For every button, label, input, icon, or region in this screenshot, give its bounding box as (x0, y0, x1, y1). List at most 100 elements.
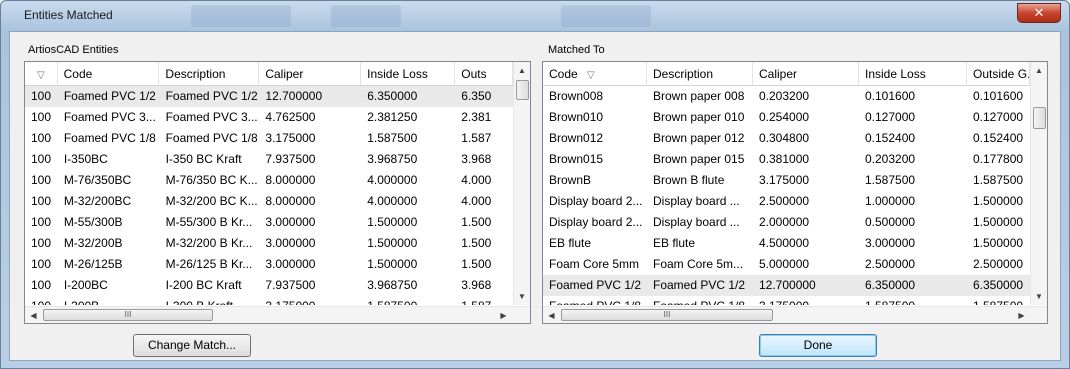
cell-caliper: 5.000000 (759, 257, 810, 271)
cell-description: Brown B flute (653, 173, 725, 187)
cell-outside: 1.587 (455, 296, 513, 305)
table-row[interactable]: BrownB Brown B flute 3.175000 1.587500 1.587… (543, 170, 1030, 191)
scroll-thumb[interactable]: III (561, 309, 773, 321)
table-row[interactable]: 100 I-350BC I-350 BC Kraft 7.937500 3.968750… (25, 149, 513, 170)
cell-code: Foamed PVC 1/2 (549, 278, 642, 292)
cell-caliper: 2.500000 (759, 194, 810, 208)
artioscad-entities-label: ArtiosCAD Entities (28, 44, 119, 56)
cell-inside-loss: 1.500000 (367, 215, 418, 229)
cell-inside-loss: 1.587500 (361, 296, 455, 305)
cell-code: Brown008 (549, 89, 604, 103)
matched-to-label: Matched To (548, 44, 605, 56)
entities-vertical-scrollbar[interactable]: ▲ ▼ (513, 62, 530, 305)
scroll-right-icon[interactable]: ▶ (1013, 307, 1030, 324)
cell-outside: 0.101600 (973, 89, 1024, 103)
table-row[interactable]: 100 M-55/300B M-55/300 B Kr... 3.000000 1.50… (25, 212, 513, 233)
column-header-sort[interactable]: ▽ (25, 62, 58, 85)
cell-outside: 6.350 (461, 89, 492, 103)
table-row[interactable]: Display board 2... Display board ... 2.500… (543, 191, 1030, 212)
cell-description: Brown paper 008 (653, 89, 745, 103)
cell-description: Foam Core 5m... (653, 257, 744, 271)
title-bar[interactable]: Entities Matched ✕ (1, 1, 1069, 31)
column-header-code[interactable]: Code (58, 62, 160, 85)
cell-description: M-32/200 BC K... (165, 194, 258, 208)
artioscad-entities-list[interactable]: ▽ Code Description Caliper Inside Loss O… (24, 61, 531, 324)
scroll-left-icon[interactable]: ◀ (25, 307, 42, 324)
table-row[interactable]: 100 Foamed PVC 3... Foamed PVC 3... 4.76250… (25, 107, 513, 128)
table-row[interactable]: 100 M-76/350BC M-76/350 BC K... 8.000000 4.0… (25, 170, 513, 191)
cell-code: M-76/350BC (63, 173, 132, 187)
scroll-down-icon[interactable]: ▼ (1031, 288, 1047, 305)
column-header-description[interactable]: Description (647, 62, 753, 85)
scroll-down-icon[interactable]: ▼ (514, 288, 530, 305)
cell-outside: 2.500000 (973, 257, 1024, 271)
cell-code: Foamed PVC 3... (63, 110, 156, 124)
table-row[interactable]: Brown010 Brown paper 010 0.254000 0.127000 0… (543, 107, 1030, 128)
cell-caliper: 8.000000 (265, 194, 316, 208)
done-button[interactable]: Done (759, 334, 877, 357)
matched-grid: Code ▽ Description Caliper Inside Loss O… (543, 62, 1030, 305)
table-row[interactable]: Brown008 Brown paper 008 0.203200 0.101600 0… (543, 86, 1030, 107)
cell-inside-loss: 2.381250 (367, 110, 418, 124)
background-blur (191, 5, 291, 27)
cell-priority: 100 (31, 257, 52, 271)
cell-caliper: 3.175000 (259, 296, 361, 305)
cell-outside: 0.152400 (973, 131, 1024, 145)
table-row[interactable]: 100 Foamed PVC 1/2 Foamed PVC 1/2 12.700000… (25, 86, 513, 107)
column-header-caliper[interactable]: Caliper (259, 62, 362, 85)
cell-inside-loss: 4.000000 (367, 173, 418, 187)
cell-description: Brown paper 015 (653, 152, 745, 166)
cell-caliper: 7.937500 (265, 152, 316, 166)
cell-priority: 100 (31, 152, 52, 166)
table-row[interactable]: 100I-300BI-300 B Kraft3.1750001.5875001.… (25, 296, 513, 305)
column-header-description[interactable]: Description (159, 62, 260, 85)
matched-to-list[interactable]: Code ▽ Description Caliper Inside Loss O… (542, 61, 1048, 324)
table-row[interactable]: 100 I-200BC I-200 BC Kraft 7.937500 3.968750… (25, 275, 513, 296)
column-header-outside[interactable]: Outs (455, 62, 513, 85)
table-row[interactable]: 100 M-32/200B M-32/200 B Kr... 3.000000 1.50… (25, 233, 513, 254)
scroll-left-icon[interactable]: ◀ (543, 307, 560, 324)
cell-code: Brown012 (549, 131, 604, 145)
change-match-button[interactable]: Change Match... (133, 334, 251, 357)
table-row[interactable]: Foamed PVC 1/8Foamed PVC 1/83.1750001.58… (543, 296, 1030, 305)
cell-inside-loss: 6.350000 (865, 278, 916, 292)
table-row[interactable]: Display board 2... Display board ... 2.000… (543, 212, 1030, 233)
cell-code: I-350BC (63, 152, 108, 166)
table-row[interactable]: 100 M-26/125B M-26/125 B Kr... 3.000000 1.50… (25, 254, 513, 275)
scroll-thumb[interactable]: III (43, 309, 213, 321)
cell-priority: 100 (31, 236, 52, 250)
table-row[interactable]: 100 M-32/200BC M-32/200 BC K... 8.000000 4.0… (25, 191, 513, 212)
cell-description: Foamed PVC 1/2 (165, 89, 258, 103)
table-row[interactable]: Foam Core 5mm Foam Core 5m... 5.000000 2.50… (543, 254, 1030, 275)
cell-code: Foam Core 5mm (549, 257, 640, 271)
matched-vertical-scrollbar[interactable]: ▲ ▼ (1030, 62, 1047, 305)
table-row[interactable]: Brown015 Brown paper 015 0.381000 0.203200 0… (543, 149, 1030, 170)
table-row[interactable]: Brown012 Brown paper 012 0.304800 0.152400 0… (543, 128, 1030, 149)
column-header-inside-loss[interactable]: Inside Loss (361, 62, 456, 85)
entities-grid: ▽ Code Description Caliper Inside Loss O… (25, 62, 513, 305)
cell-outside: 1.587500 (973, 173, 1024, 187)
scroll-thumb[interactable] (516, 80, 529, 100)
cell-priority: 100 (31, 278, 52, 292)
close-button[interactable]: ✕ (1017, 3, 1061, 23)
cell-code: Foamed PVC 1/2 (63, 89, 156, 103)
scroll-thumb[interactable] (1033, 107, 1046, 129)
table-row[interactable]: EB flute EB flute 4.500000 3.000000 1.500000 (543, 233, 1030, 254)
column-header-caliper[interactable]: Caliper (753, 62, 859, 85)
cell-inside-loss: 3.968750 (367, 152, 418, 166)
sort-icon: ▽ (36, 70, 45, 81)
scroll-right-icon[interactable]: ▶ (495, 307, 512, 324)
cell-code: I-200BC (63, 278, 108, 292)
matched-horizontal-scrollbar[interactable]: ◀ III ▶ (543, 306, 1047, 323)
column-header-outside[interactable]: Outside G. (967, 62, 1030, 85)
cell-caliper: 0.254000 (759, 110, 810, 124)
scroll-up-icon[interactable]: ▲ (1031, 62, 1047, 79)
column-header-code[interactable]: Code ▽ (543, 62, 647, 85)
cell-description: Brown paper 010 (653, 110, 745, 124)
cell-code: BrownB (549, 173, 592, 187)
entities-horizontal-scrollbar[interactable]: ◀ III ▶ (25, 306, 530, 323)
table-row[interactable]: Foamed PVC 1/2 Foamed PVC 1/2 12.700000 6.3… (543, 275, 1030, 296)
column-header-inside-loss[interactable]: Inside Loss (859, 62, 967, 85)
scroll-up-icon[interactable]: ▲ (514, 62, 530, 79)
table-row[interactable]: 100 Foamed PVC 1/8 Foamed PVC 1/8 3.175000 1… (25, 128, 513, 149)
